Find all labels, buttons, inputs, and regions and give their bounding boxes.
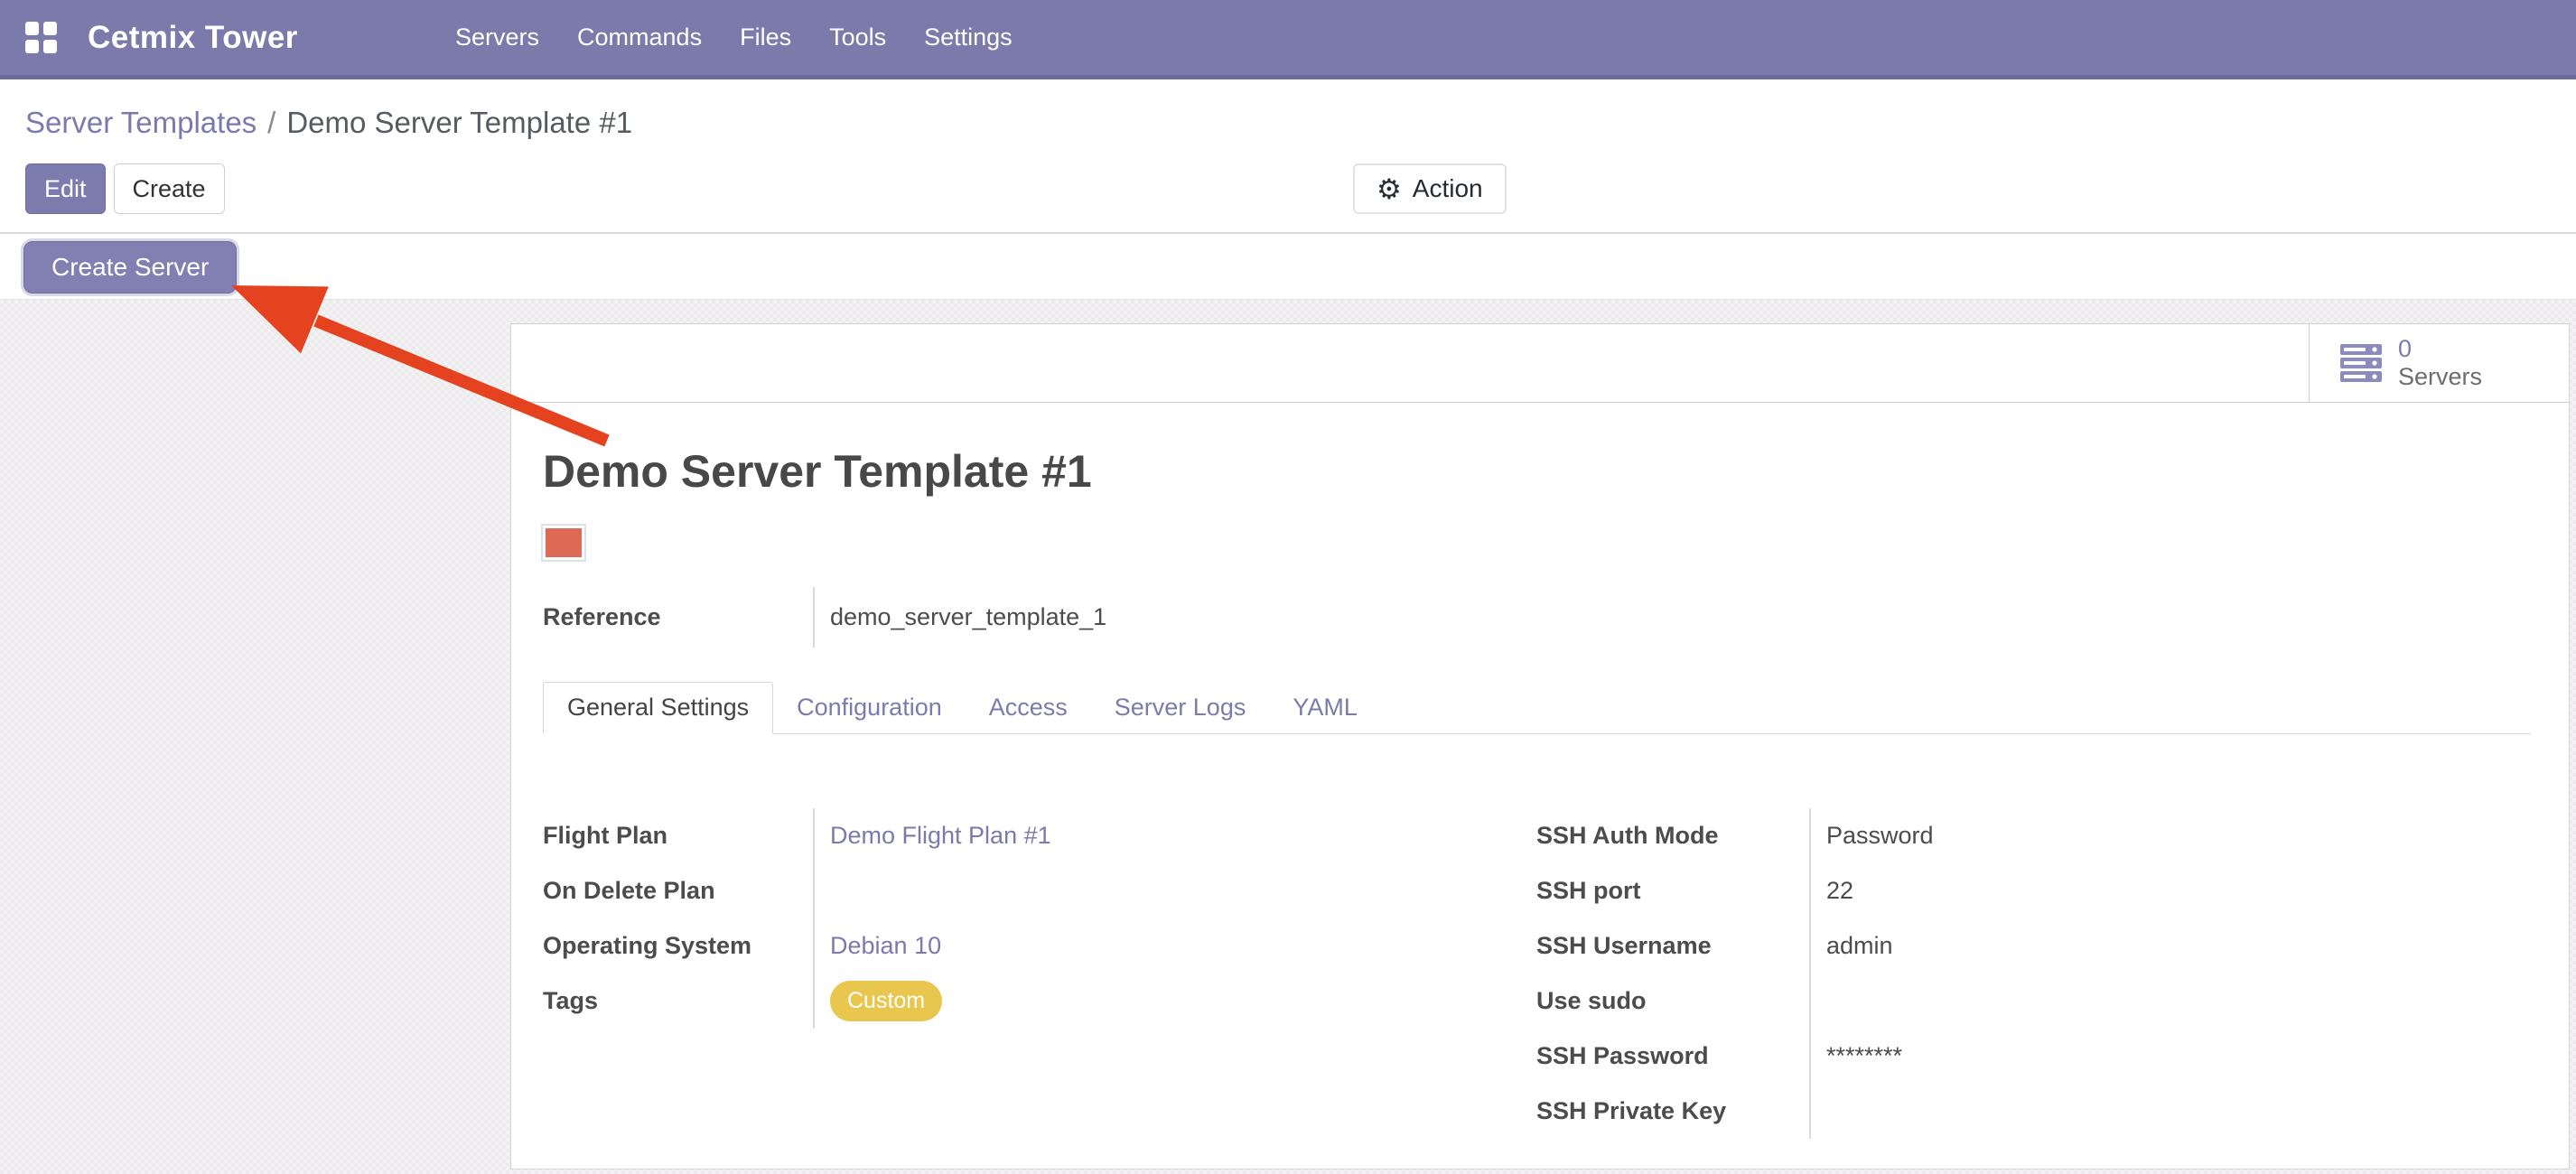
tab-yaml[interactable]: YAML	[1269, 682, 1381, 733]
servers-count: 0	[2398, 335, 2482, 363]
use-sudo-label: Use sudo	[1536, 974, 1809, 1029]
ssh-private-key-label: SSH Private Key	[1536, 1084, 1809, 1139]
apps-square	[25, 22, 39, 35]
breadcrumb-parent-link[interactable]: Server Templates	[25, 106, 257, 139]
breadcrumb-separator: /	[267, 106, 275, 139]
sheet-body: Demo Server Template #1 Reference demo_s…	[511, 403, 2569, 1139]
notebook-tabs: General Settings Configuration Access Se…	[543, 682, 2531, 734]
tab-server-logs[interactable]: Server Logs	[1091, 682, 1270, 733]
servers-label: Servers	[2398, 363, 2482, 391]
on-delete-plan-label: On Delete Plan	[543, 863, 813, 918]
ssh-username-label: SSH Username	[1536, 918, 1809, 974]
field-group-right: SSH Auth Mode Password SSH port 22 SSH U…	[1536, 808, 2530, 1139]
nav-item-files[interactable]: Files	[740, 23, 791, 51]
create-server-button[interactable]: Create Server	[23, 241, 237, 294]
tags-label: Tags	[543, 974, 813, 1029]
ssh-password-value: ********	[1809, 1029, 2530, 1084]
create-button[interactable]: Create	[114, 163, 225, 214]
servers-stat-button[interactable]: 0 Servers	[2309, 324, 2569, 402]
reference-value: demo_server_template_1	[813, 587, 2531, 648]
apps-square	[43, 40, 57, 53]
apps-square	[25, 40, 39, 53]
main-menu: Servers Commands Files Tools Settings	[455, 0, 1013, 75]
ssh-password-label: SSH Password	[1536, 1029, 1809, 1084]
app-brand[interactable]: Cetmix Tower	[88, 20, 298, 56]
control-buttons: Edit Create	[25, 163, 2576, 214]
action-button[interactable]: ⚙ Action	[1353, 163, 1507, 214]
flight-plan-label: Flight Plan	[543, 808, 813, 863]
ssh-port-label: SSH port	[1536, 863, 1809, 918]
color-swatch[interactable]	[543, 526, 584, 560]
reference-field-row: Reference demo_server_template_1	[543, 587, 2531, 648]
ssh-port-value: 22	[1809, 863, 2530, 918]
operating-system-link[interactable]: Debian 10	[830, 932, 941, 960]
form-sheet: 0 Servers Demo Server Template #1 Refere…	[510, 323, 2570, 1169]
apps-menu-icon[interactable]	[25, 22, 57, 53]
tag-badge: Custom	[830, 981, 942, 1021]
use-sudo-value	[1809, 974, 2530, 1029]
stat-text: 0 Servers	[2398, 335, 2482, 391]
ssh-username-value: admin	[1809, 918, 2530, 974]
control-panel: Server Templates / Demo Server Template #1…	[0, 79, 2576, 234]
flight-plan-value-cell: Demo Flight Plan #1	[813, 808, 1536, 863]
top-navbar: Cetmix Tower Servers Commands Files Tool…	[0, 0, 2576, 79]
edit-button[interactable]: Edit	[25, 163, 106, 214]
gear-icon: ⚙	[1377, 175, 1402, 203]
tab-general-settings[interactable]: General Settings	[543, 682, 773, 734]
ssh-private-key-value	[1809, 1084, 2530, 1139]
nav-item-tools[interactable]: Tools	[829, 23, 886, 51]
button-box-row: 0 Servers	[511, 324, 2569, 403]
nav-item-commands[interactable]: Commands	[577, 23, 702, 51]
on-delete-plan-value-cell	[813, 863, 1536, 918]
nav-item-servers[interactable]: Servers	[455, 23, 539, 51]
tags-value-cell: Custom	[813, 974, 1536, 1029]
nav-item-settings[interactable]: Settings	[924, 23, 1013, 51]
content-area: 0 Servers Demo Server Template #1 Refere…	[0, 300, 2576, 1174]
record-title: Demo Server Template #1	[543, 446, 2531, 498]
screen: Cetmix Tower Servers Commands Files Tool…	[0, 0, 2576, 1174]
operating-system-label: Operating System	[543, 918, 813, 974]
operating-system-value-cell: Debian 10	[813, 918, 1536, 974]
general-settings-panel: Flight Plan Demo Flight Plan #1 On Delet…	[543, 808, 2531, 1139]
action-button-label: Action	[1413, 174, 1483, 203]
tab-configuration[interactable]: Configuration	[773, 682, 966, 733]
breadcrumb-current: Demo Server Template #1	[286, 106, 632, 139]
reference-label: Reference	[543, 587, 813, 648]
breadcrumb: Server Templates / Demo Server Template #1	[25, 105, 2576, 141]
tab-access[interactable]: Access	[966, 682, 1091, 733]
ssh-auth-mode-label: SSH Auth Mode	[1536, 808, 1809, 863]
apps-square	[43, 22, 57, 35]
server-stack-icon	[2340, 344, 2382, 382]
toolbar-strip: Create Server	[0, 234, 2576, 300]
ssh-auth-mode-value: Password	[1809, 808, 2530, 863]
field-group-left: Flight Plan Demo Flight Plan #1 On Delet…	[543, 808, 1536, 1139]
flight-plan-link[interactable]: Demo Flight Plan #1	[830, 822, 1051, 850]
